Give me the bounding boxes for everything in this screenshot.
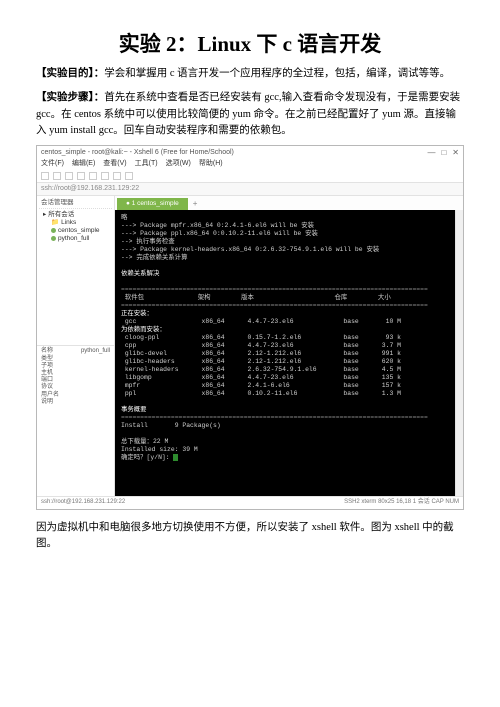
steps-label: 【实验步骤】：: [36, 92, 104, 103]
menubar: 文件(F) 编辑(E) 查看(V) 工具(T) 选项(W) 帮助(H): [37, 160, 463, 170]
address-bar[interactable]: ssh://root@192.168.231.129:22: [37, 183, 463, 196]
status-bar: ssh://root@192.168.231.129:22 SSH2 xterm…: [37, 496, 463, 508]
toolbar-icon[interactable]: [89, 172, 97, 180]
window-title: centos_simple - root@kali:~ - Xshell 6 (…: [41, 149, 234, 157]
tree-item-centos[interactable]: centos_simple: [39, 227, 112, 235]
content-area: ● 1 centos_simple + 略 ---> Package mpfr.…: [115, 196, 463, 496]
toolbar-icon[interactable]: [113, 172, 121, 180]
objective-label: 【实验目的】：: [36, 68, 104, 79]
tab-session-1[interactable]: ● 1 centos_simple: [117, 198, 188, 210]
tab-bar: ● 1 centos_simple +: [115, 196, 463, 210]
steps-paragraph: 【实验步骤】：首先在系统中查看是否已经安装有 gcc,输入查看命令发现没有，于是…: [36, 90, 464, 139]
objective-text: 学会和掌握用 c 语言开发一个应用程序的全过程，包括，编译，调试等等。: [104, 68, 450, 79]
menu-file[interactable]: 文件(F): [41, 160, 64, 168]
toolbar-icon[interactable]: [65, 172, 73, 180]
menu-help[interactable]: 帮助(H): [199, 160, 223, 168]
menu-edit[interactable]: 编辑(E): [72, 160, 95, 168]
menu-options[interactable]: 选项(W): [166, 160, 191, 168]
terminal-cursor: [173, 454, 178, 461]
xshell-window: centos_simple - root@kali:~ - Xshell 6 (…: [36, 145, 464, 510]
menu-tools[interactable]: 工具(T): [135, 160, 158, 168]
close-icon[interactable]: ✕: [452, 148, 459, 158]
status-left: ssh://root@192.168.231.129:22: [41, 499, 125, 506]
maximize-icon[interactable]: □: [441, 148, 446, 158]
toolbar-icon[interactable]: [101, 172, 109, 180]
toolbar-icon[interactable]: [53, 172, 61, 180]
titlebar: centos_simple - root@kali:~ - Xshell 6 (…: [37, 146, 463, 160]
tree-item-links[interactable]: 📁 Links: [39, 219, 112, 227]
status-right: SSH2 xterm 80x25 16,18 1 会话 CAP NUM: [344, 499, 459, 506]
minimize-icon[interactable]: —: [427, 148, 435, 158]
toolbar-icon[interactable]: [41, 172, 49, 180]
status-dot-icon: [51, 228, 56, 233]
tab-add-button[interactable]: +: [190, 198, 201, 210]
objective-paragraph: 【实验目的】：学会和掌握用 c 语言开发一个应用程序的全过程，包括，编译，调试等…: [36, 66, 464, 82]
tree-item-python[interactable]: python_full: [39, 235, 112, 243]
sidebar: 会话管理器 ▸ 所有会话 📁 Links centos_simple pytho…: [37, 196, 115, 496]
status-dot-icon: [51, 236, 56, 241]
properties-panel: 名称python_full 类型 子项 主机 端口 协议 用户名 说明: [37, 346, 114, 496]
menu-view[interactable]: 查看(V): [103, 160, 126, 168]
terminal[interactable]: 略 ---> Package mpfr.x86_64 0:2.4.1-6.el6…: [115, 210, 455, 496]
toolbar-icon[interactable]: [125, 172, 133, 180]
toolbar-icon[interactable]: [77, 172, 85, 180]
toolbar: [37, 170, 463, 183]
tree-root[interactable]: ▸ 所有会话: [39, 211, 112, 219]
scrollbar[interactable]: [455, 210, 463, 496]
sidebar-header: 会话管理器: [39, 198, 112, 209]
footer-paragraph: 因为虚拟机中和电脑很多地方切换使用不方便，所以安装了 xshell 软件。图为 …: [36, 520, 464, 553]
doc-title: 实验 2：Linux 下 c 语言开发: [36, 28, 464, 58]
